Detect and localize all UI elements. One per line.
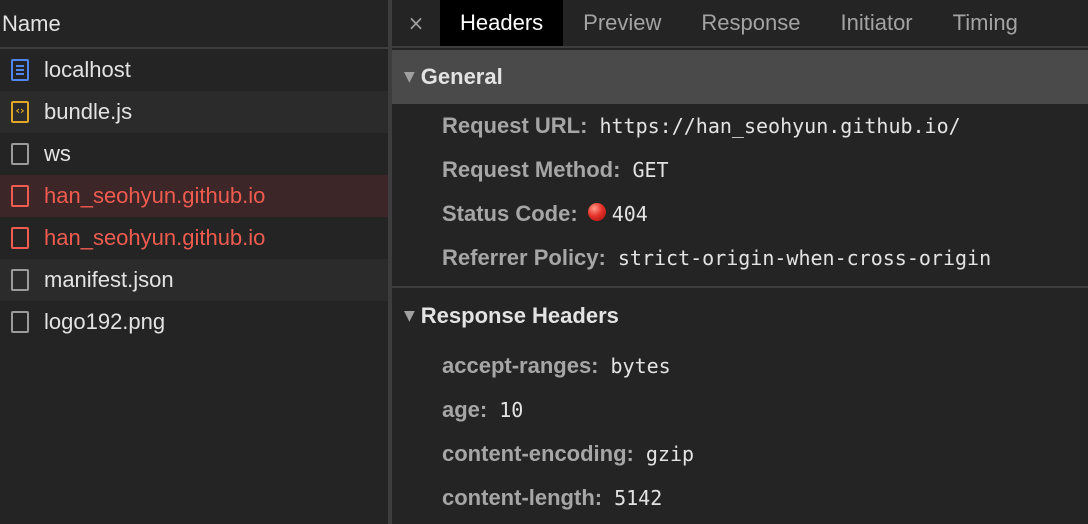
error-file-icon: [11, 227, 29, 249]
expand-triangle-icon: ▼: [404, 69, 415, 85]
devtools-network-panel: Name localhost bundle.js ws han_seohyun.…: [0, 0, 1088, 524]
tab-headers[interactable]: Headers: [440, 0, 564, 46]
request-list: Name localhost bundle.js ws han_seohyun.…: [0, 0, 388, 524]
name-column-header[interactable]: Name: [0, 0, 388, 49]
header-value: gzip: [645, 442, 695, 466]
error-file-icon: [11, 185, 29, 207]
request-name: bundle.js: [44, 99, 133, 124]
response-header-row: age: 10: [392, 388, 1088, 432]
request-url-row: Request URL: https://han_seohyun.github.…: [392, 104, 1088, 148]
request-name: logo192.png: [44, 309, 166, 334]
request-method-value: GET: [632, 158, 669, 182]
response-headers-section-header[interactable]: ▼ Response Headers: [392, 286, 1088, 344]
header-key: content-length:: [442, 485, 603, 510]
referrer-policy-key: Referrer Policy:: [442, 245, 606, 270]
request-name: han_seohyun.github.io: [44, 183, 266, 208]
tab-initiator[interactable]: Initiator: [820, 0, 932, 46]
request-url-value: https://han_seohyun.github.io/: [599, 114, 961, 138]
status-code-key: Status Code:: [442, 201, 578, 226]
general-section-header[interactable]: ▼ General: [392, 50, 1088, 104]
file-icon: [11, 143, 29, 165]
tab-response[interactable]: Response: [681, 0, 820, 46]
response-header-row: content-encoding: gzip: [392, 432, 1088, 476]
request-name: han_seohyun.github.io: [44, 225, 266, 250]
document-icon: [11, 59, 29, 81]
referrer-policy-value: strict-origin-when-cross-origin: [617, 246, 992, 270]
request-name: manifest.json: [44, 267, 174, 292]
request-row-github-io-selected[interactable]: han_seohyun.github.io: [0, 175, 388, 217]
request-url-key: Request URL:: [442, 113, 588, 138]
request-details-pane: × Headers Preview Response Initiator Tim…: [392, 0, 1088, 524]
request-row-manifest-json[interactable]: manifest.json: [0, 259, 388, 301]
response-header-row: accept-ranges: bytes: [392, 344, 1088, 388]
file-icon: [11, 311, 29, 333]
header-value: 10: [499, 398, 524, 422]
request-name: ws: [44, 141, 71, 166]
tab-preview[interactable]: Preview: [563, 0, 681, 46]
request-row-localhost[interactable]: localhost: [0, 49, 388, 91]
request-row-bundle-js[interactable]: bundle.js: [0, 91, 388, 133]
request-method-row: Request Method: GET: [392, 148, 1088, 192]
expand-triangle-icon: ▼: [404, 308, 415, 324]
header-key: content-encoding:: [442, 441, 634, 466]
request-row-logo192-png[interactable]: logo192.png: [0, 301, 388, 343]
request-row-github-io[interactable]: han_seohyun.github.io: [0, 217, 388, 259]
header-key: age:: [442, 397, 488, 422]
referrer-policy-row: Referrer Policy: strict-origin-when-cros…: [392, 236, 1088, 280]
general-section-title: General: [420, 64, 503, 89]
response-header-row: content-length: 5142: [392, 476, 1088, 520]
file-icon: [11, 269, 29, 291]
status-code-row: Status Code: 404: [392, 192, 1088, 236]
request-method-key: Request Method:: [442, 157, 621, 182]
status-error-dot-icon: [587, 203, 606, 221]
header-value: 5142: [614, 486, 663, 510]
response-headers-title: Response Headers: [420, 303, 619, 328]
close-icon[interactable]: ×: [392, 0, 440, 46]
name-column-label: Name: [2, 10, 61, 36]
status-code-value: 404: [611, 202, 648, 226]
tab-timing[interactable]: Timing: [933, 0, 1038, 46]
script-icon: [11, 101, 29, 123]
request-name: localhost: [44, 57, 131, 82]
details-tabbar: × Headers Preview Response Initiator Tim…: [392, 0, 1088, 48]
header-value: bytes: [610, 354, 671, 378]
header-key: accept-ranges:: [442, 353, 599, 378]
request-row-ws[interactable]: ws: [0, 133, 388, 175]
